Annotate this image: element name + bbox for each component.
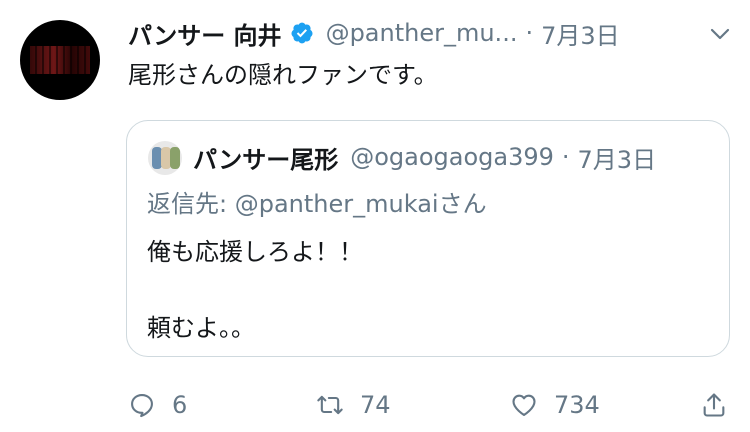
reply-mention: @panther_mukai: [234, 190, 439, 218]
tweet-date[interactable]: 7月3日: [541, 16, 620, 51]
tweet-header: パンサー 向井 @panther_mu... · 7月3日: [128, 16, 620, 50]
author-name[interactable]: パンサー 向井: [128, 16, 282, 51]
quoted-tweet-date: 7月3日: [577, 145, 657, 174]
quoted-author-avatar: [148, 141, 182, 175]
chevron-down-icon[interactable]: [708, 22, 732, 46]
reply-icon: [131, 394, 153, 418]
retweet-icon: [317, 395, 343, 415]
reply-suffix: さん: [438, 190, 487, 218]
like-action[interactable]: 734: [510, 388, 600, 422]
quoted-author-handle: @ogaogaoga399: [350, 143, 554, 171]
retweet-action[interactable]: 74: [316, 388, 391, 422]
like-count: 734: [554, 391, 600, 419]
quoted-text-line-2: 頼むよ。。: [147, 314, 255, 342]
quoted-header-separator: ·: [561, 143, 570, 171]
share-action[interactable]: [700, 388, 728, 422]
quoted-tweet-card[interactable]: パンサー尾形 @ogaogaoga399 · 7月3日 返信先: @panthe…: [126, 120, 730, 357]
share-icon: [703, 393, 725, 417]
tweet-text: 尾形さんの隠れファンです。: [128, 61, 438, 89]
author-handle[interactable]: @panther_mu...: [326, 19, 518, 47]
header-separator: ·: [525, 19, 534, 47]
retweet-count: 74: [360, 391, 391, 419]
author-avatar[interactable]: [20, 20, 100, 100]
avatar-image: [30, 46, 90, 74]
reply-count: 6: [172, 391, 188, 419]
quoted-text-line-1: 俺も応援しろよ！！: [147, 238, 363, 266]
verified-badge-icon: [291, 22, 313, 44]
heart-icon: [512, 394, 536, 416]
quoted-author-name: パンサー尾形: [193, 145, 339, 174]
quoted-tweet-header: パンサー尾形 @ogaogaoga399 · 7月3日: [193, 139, 656, 175]
reply-to-line: 返信先: @panther_mukaiさん: [147, 187, 487, 221]
reply-action[interactable]: 6: [128, 388, 187, 422]
reply-label: 返信先:: [147, 190, 235, 218]
